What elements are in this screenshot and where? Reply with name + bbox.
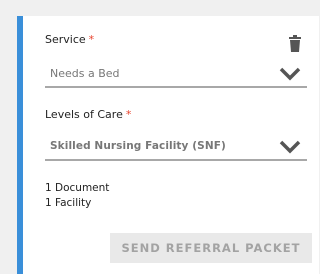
levels-of-care-label: Levels of Care *	[45, 108, 131, 121]
send-referral-packet-button[interactable]: SEND REFERRAL PACKET	[110, 233, 312, 263]
facility-count: 1 Facility	[45, 197, 92, 209]
chevron-down-icon[interactable]	[279, 66, 301, 81]
service-select-value: Needs a Bed	[50, 67, 120, 80]
document-count: 1 Document	[45, 182, 110, 194]
service-label-text: Service	[45, 33, 86, 46]
required-marker: *	[125, 108, 132, 121]
trash-icon[interactable]	[288, 35, 302, 53]
service-label: Service *	[45, 33, 94, 46]
required-marker: *	[88, 33, 95, 46]
chevron-up-icon[interactable]	[24, 26, 34, 34]
levels-of-care-select[interactable]: Skilled Nursing Facility (SNF)	[45, 134, 307, 161]
page: Service * Needs a Bed Levels of Care * Ski…	[0, 0, 319, 274]
levels-of-care-label-text: Levels of Care	[45, 108, 123, 121]
service-select[interactable]: Needs a Bed	[45, 61, 307, 88]
chevron-down-icon[interactable]	[279, 139, 301, 154]
levels-of-care-select-value: Skilled Nursing Facility (SNF)	[50, 140, 226, 152]
referral-card: Service * Needs a Bed Levels of Care * Ski…	[17, 16, 319, 274]
